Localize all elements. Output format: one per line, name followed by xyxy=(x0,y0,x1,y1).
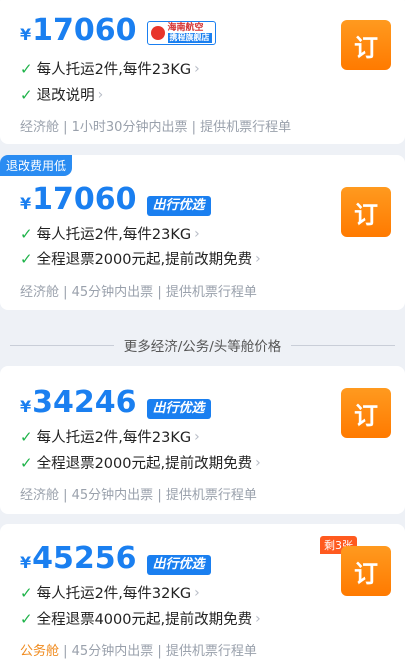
fare-meta: 公务舱 | 45分钟内出票 | 提供机票行程单 xyxy=(20,644,257,659)
fare-card-2[interactable]: 退改费用低 ¥ 17060 出行优选 ✓ 每人托运2件,每件23KG › ✓ 全… xyxy=(0,155,405,310)
fare-meta: 经济舱 | 45分钟内出票 | 提供机票行程单 xyxy=(20,488,257,503)
book-button[interactable]: 订 xyxy=(341,546,391,596)
baggage-info[interactable]: ✓ 每人托运2件,每件32KG › xyxy=(20,582,200,603)
check-icon: ✓ xyxy=(20,59,33,78)
preferred-badge: 出行优选 xyxy=(146,399,211,419)
chevron-right-icon: › xyxy=(255,454,261,471)
chevron-right-icon: › xyxy=(194,225,200,242)
fare-price: ¥ 34246 出行优选 xyxy=(20,388,211,422)
fare-card-3[interactable]: ¥ 34246 出行优选 ✓ 每人托运2件,每件23KG › ✓ 全程退票200… xyxy=(0,366,405,514)
low-fee-tag: 退改费用低 xyxy=(0,155,73,176)
preferred-badge: 出行优选 xyxy=(146,196,211,216)
fare-card-4[interactable]: ¥ 45256 出行优选 剩3张 ✓ 每人托运2件,每件32KG › ✓ 全程退… xyxy=(0,524,405,662)
fare-meta: 经济舱 | 1小时30分钟内出票 | 提供机票行程单 xyxy=(20,120,292,135)
check-icon: ✓ xyxy=(20,609,33,628)
refund-info[interactable]: ✓ 退改说明 › xyxy=(20,84,103,105)
chevron-right-icon: › xyxy=(194,60,200,77)
check-icon: ✓ xyxy=(20,249,33,268)
book-button[interactable]: 订 xyxy=(341,388,391,438)
book-button[interactable]: 订 xyxy=(341,187,391,237)
more-cabins-label: 更多经济/公务/头等舱价格 xyxy=(123,339,282,355)
chevron-right-icon: › xyxy=(194,584,200,601)
fare-meta: 经济舱 | 45分钟内出票 | 提供机票行程单 xyxy=(20,285,257,300)
refund-info[interactable]: ✓ 全程退票4000元起,提前改期免费 › xyxy=(20,608,261,629)
airline-badge: 海南航空 携程旗舰店 xyxy=(146,21,216,45)
fare-card-1[interactable]: ¥ 17060 海南航空 携程旗舰店 ✓ 每人托运2件,每件23KG › ✓ 退… xyxy=(0,0,405,144)
fare-price: ¥ 17060 海南航空 携程旗舰店 xyxy=(20,16,216,50)
airline-logo-icon xyxy=(150,26,165,40)
check-icon: ✓ xyxy=(20,224,33,243)
preferred-badge: 出行优选 xyxy=(146,555,211,575)
check-icon: ✓ xyxy=(20,85,33,104)
baggage-info[interactable]: ✓ 每人托运2件,每件23KG › xyxy=(20,426,200,447)
chevron-right-icon: › xyxy=(255,610,261,627)
more-cabins-divider[interactable]: 更多经济/公务/头等舱价格 xyxy=(0,334,405,356)
check-icon: ✓ xyxy=(20,583,33,602)
chevron-right-icon: › xyxy=(255,250,261,267)
refund-info[interactable]: ✓ 全程退票2000元起,提前改期免费 › xyxy=(20,452,261,473)
chevron-right-icon: › xyxy=(194,428,200,445)
baggage-info[interactable]: ✓ 每人托运2件,每件23KG › xyxy=(20,58,200,79)
refund-info[interactable]: ✓ 全程退票2000元起,提前改期免费 › xyxy=(20,248,261,269)
check-icon: ✓ xyxy=(20,427,33,446)
cabin-class: 公务舱 xyxy=(20,644,60,659)
chevron-right-icon: › xyxy=(97,86,104,103)
check-icon: ✓ xyxy=(20,453,33,472)
book-button[interactable]: 订 xyxy=(341,20,391,70)
fare-price: ¥ 17060 出行优选 xyxy=(20,185,211,219)
baggage-info[interactable]: ✓ 每人托运2件,每件23KG › xyxy=(20,223,200,244)
fare-price: ¥ 45256 出行优选 xyxy=(20,544,211,578)
